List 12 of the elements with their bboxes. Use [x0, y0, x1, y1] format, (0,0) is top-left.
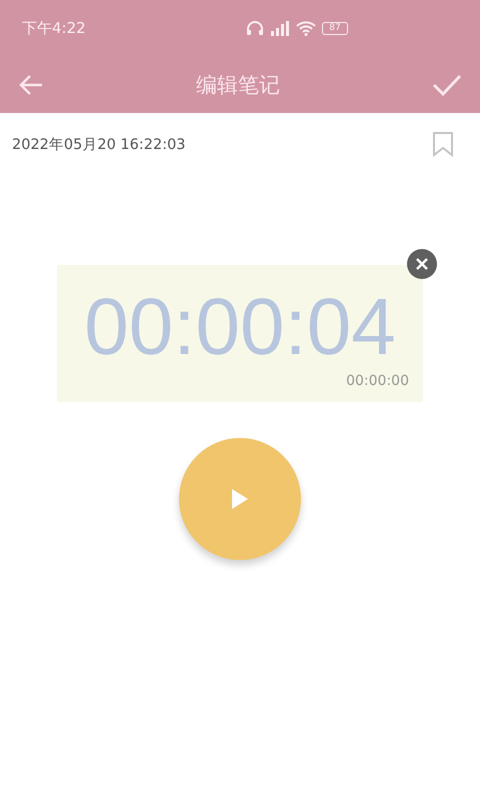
- wifi-icon: [296, 20, 316, 36]
- note-date: 2022年05月20 16:22:03: [12, 136, 186, 154]
- headphones-icon: [246, 20, 264, 36]
- elapsed-time: 00:00:04: [84, 287, 396, 367]
- playback-position: 00:00:00: [346, 373, 409, 389]
- close-icon: [415, 257, 429, 271]
- toolbar-title: 编辑笔记: [196, 72, 280, 98]
- play-icon: [232, 489, 248, 509]
- close-button[interactable]: [407, 249, 437, 279]
- battery-level: 87: [322, 22, 348, 34]
- status-time: 下午4:22: [22, 18, 86, 38]
- signal-icon: [270, 20, 290, 36]
